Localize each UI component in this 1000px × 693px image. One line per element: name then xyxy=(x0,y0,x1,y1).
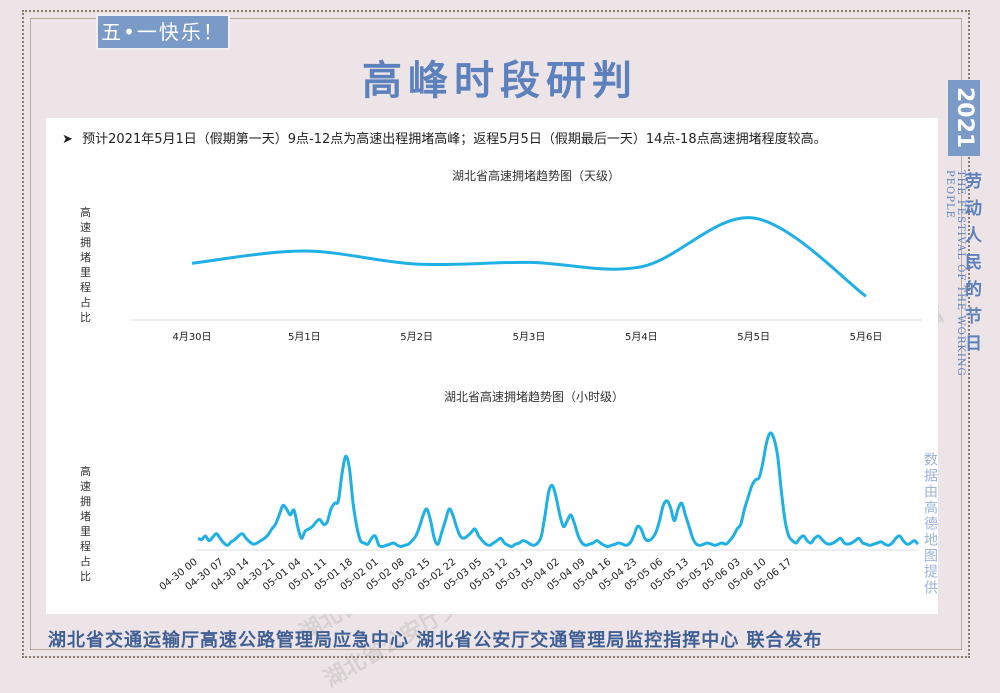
x-tick-label: 5月3日 xyxy=(513,331,546,343)
forecast-note: ➤ 预计2021年5月1日（假期第一天）9点-12点为高速出程拥堵高峰；返程5月… xyxy=(62,128,932,147)
note-text: 预计2021年5月1日（假期第一天）9点-12点为高速出程拥堵高峰；返程5月5日… xyxy=(82,132,827,147)
data-source-note: 数据由高德地图提供 xyxy=(922,452,938,596)
chart-title: 湖北省高速拥堵趋势图（天级） xyxy=(452,168,620,183)
x-tick-label: 4月30日 xyxy=(172,331,211,343)
series-line xyxy=(191,216,867,298)
hourly-trend-chart: 湖北省高速拥堵趋势图（小时级） 高速拥堵里程占比 04-30 0004-30 0… xyxy=(80,389,920,593)
y-axis-label: 高速拥堵里程占比 xyxy=(80,205,91,324)
x-tick-label: 5月4日 xyxy=(625,331,658,343)
x-tick-label: 5月2日 xyxy=(400,331,433,343)
arrow-bullet-icon: ➤ xyxy=(62,132,73,147)
series-line xyxy=(197,431,920,549)
x-tick-label: 5月5日 xyxy=(737,331,770,343)
x-tick-labels: 04-30 0004-30 0704-30 1404-30 2105-01 04… xyxy=(158,557,795,593)
y-axis-label: 高速拥堵里程占比 xyxy=(80,464,91,583)
x-tick-label: 5月6日 xyxy=(850,331,883,343)
page-title: 高峰时段研判 xyxy=(362,58,638,104)
x-tick-labels: 4月30日 5月1日 5月2日 5月3日 5月4日 5月5日 5月6日 xyxy=(172,331,882,343)
x-tick-label: 5月1日 xyxy=(288,331,321,343)
festival-slogan: 劳动人民的节日 xyxy=(961,172,981,361)
publisher-footer: 湖北省交通运输厅高速公路管理局应急中心 湖北省公安厅交通管理局监控指挥中心 联合… xyxy=(48,630,823,651)
daily-trend-chart: 湖北省高速拥堵趋势图（天级） 高速拥堵里程占比 4月30日 5月1日 5月2日 5月3… xyxy=(80,168,922,343)
holiday-badge: 五•一快乐！ xyxy=(96,14,230,50)
year-tag: 2021 xyxy=(948,80,980,156)
chart-title: 湖北省高速拥堵趋势图（小时级） xyxy=(444,389,624,404)
